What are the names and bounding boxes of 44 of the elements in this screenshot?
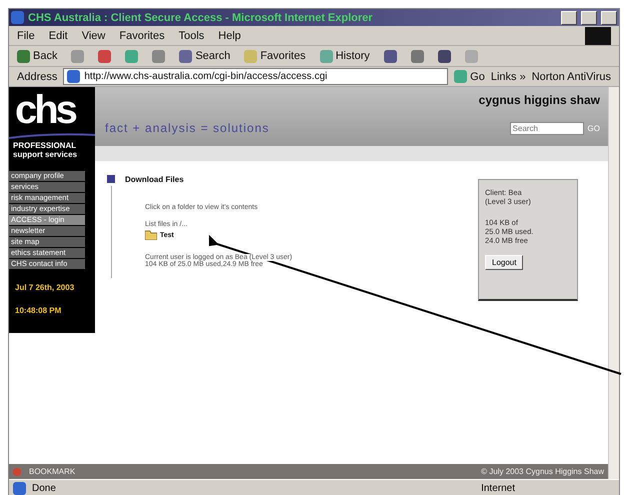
menu-item[interactable]: View <box>82 30 106 42</box>
menu-item[interactable]: File <box>17 30 35 42</box>
search-field[interactable]: Search <box>510 122 584 134</box>
search-button[interactable]: Search <box>179 50 230 62</box>
norton-antivirus-button[interactable]: Norton AntiVirus <box>532 70 611 82</box>
bullet-icon <box>107 175 115 183</box>
copyright-text: © July 2003 Cygnus Higgins Shaw <box>481 467 604 476</box>
company-name: cygnus higgins shaw <box>478 93 600 107</box>
address-field[interactable]: http://www.chs-australia.com/cgi-bin/access/access.cgi <box>63 68 448 85</box>
favorites-button[interactable]: Favorites <box>244 50 306 62</box>
logout-button[interactable]: Logout <box>485 255 524 270</box>
menu-item[interactable]: Help <box>218 30 241 42</box>
stop-button[interactable] <box>98 50 112 62</box>
bookmark-link[interactable]: BOOKMARK <box>29 467 76 476</box>
home-button[interactable] <box>152 50 166 62</box>
print-button[interactable] <box>410 50 424 62</box>
section-heading: Download Files <box>125 175 185 184</box>
close-button[interactable] <box>601 10 617 24</box>
history-button[interactable]: History <box>320 50 370 62</box>
forward-button[interactable] <box>71 50 84 62</box>
logo: chs <box>15 87 75 133</box>
time-text: 10:48:08 PM <box>14 305 62 315</box>
menu-item[interactable]: Favorites <box>119 30 165 42</box>
menu-item[interactable]: Edit <box>48 30 68 42</box>
menu-item[interactable]: Tools <box>178 30 204 42</box>
mail-button[interactable] <box>384 50 397 62</box>
back-button[interactable]: Back <box>17 50 58 62</box>
folder-icon <box>145 230 157 240</box>
scrollbar[interactable] <box>608 87 619 479</box>
tagline: PROFESSIONAL support services <box>12 141 78 159</box>
window-title: CHS Australia : Client Secure Access - Microsoft Internet Explorer <box>28 12 374 24</box>
refresh-button[interactable] <box>125 50 138 62</box>
status-text: Done <box>32 482 56 494</box>
minimize-button[interactable] <box>561 10 577 24</box>
address-label: Address <box>17 70 58 82</box>
swoosh-icon <box>9 133 95 139</box>
maximize-button[interactable] <box>581 10 597 24</box>
date-text: Jul 7 26th, 2003 <box>14 282 76 292</box>
links-button[interactable]: Links » <box>490 70 526 82</box>
zone-text: Internet <box>481 482 515 494</box>
bookmark-icon <box>13 468 21 476</box>
slogan: fact + analysis = solutions <box>105 121 270 135</box>
edit-button[interactable] <box>438 50 451 62</box>
go-button[interactable]: Go <box>454 70 485 83</box>
